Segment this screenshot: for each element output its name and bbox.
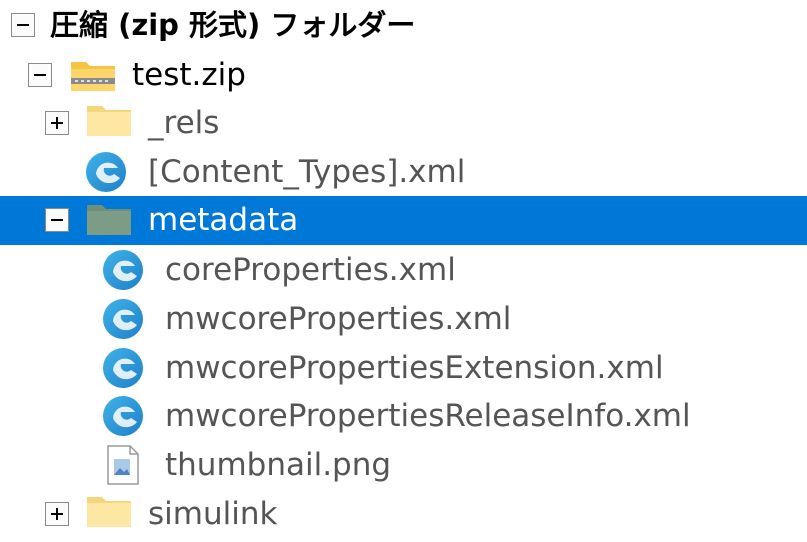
tree-item-label: metadata [148,202,299,238]
edge-xml-icon [99,295,147,343]
tree-item-label: coreProperties.xml [165,252,456,288]
tree-item-metadata[interactable]: metadata [0,196,807,245]
tree-item-label: mwcoreProperties.xml [165,301,512,337]
folder-tree: 圧縮 (zip 形式) フォルダー test.zip _rels [Conten… [0,0,807,542]
folder-icon [86,103,132,137]
collapse-toggle-icon[interactable] [11,13,35,37]
tree-item-content-types[interactable]: [Content_Types].xml [0,148,807,197]
collapse-toggle-icon[interactable] [28,63,52,87]
zip-folder-icon [70,58,116,92]
tree-item-mwcorepropertiesextension[interactable]: mwcorePropertiesExtension.xml [0,344,807,393]
image-file-icon [106,445,140,485]
tree-item-label: thumbnail.png [165,447,392,483]
edge-xml-icon [99,246,147,294]
tree-item-thumbnail[interactable]: thumbnail.png [0,441,807,490]
tree-item-label: mwcorePropertiesReleaseInfo.xml [165,398,691,434]
tree-item-rels[interactable]: _rels [0,99,807,148]
tree-item-simulink[interactable]: simulink [0,490,807,539]
tree-root-label: 圧縮 (zip 形式) フォルダー [50,8,416,42]
tree-root-row[interactable]: 圧縮 (zip 形式) フォルダー [0,1,807,50]
tree-item-coreproperties[interactable]: coreProperties.xml [0,246,807,295]
edge-xml-icon [99,392,147,440]
tree-item-mwcorepropertiesreleaseinfo[interactable]: mwcorePropertiesReleaseInfo.xml [0,392,807,441]
expand-toggle-icon[interactable] [45,502,69,526]
tree-item-label: mwcorePropertiesExtension.xml [165,350,664,386]
edge-xml-icon [82,148,130,196]
tree-item-mwcoreproperties[interactable]: mwcoreProperties.xml [0,295,807,344]
tree-item-label: simulink [148,496,278,532]
tree-item-label: test.zip [132,57,246,93]
tree-item-label: _rels [148,105,220,141]
tree-item-label: [Content_Types].xml [148,154,466,190]
edge-xml-icon [99,344,147,392]
folder-icon [86,494,132,528]
tree-item-test-zip[interactable]: test.zip [0,51,807,100]
folder-icon [86,202,132,236]
collapse-toggle-icon[interactable] [45,208,69,232]
expand-toggle-icon[interactable] [45,111,69,135]
